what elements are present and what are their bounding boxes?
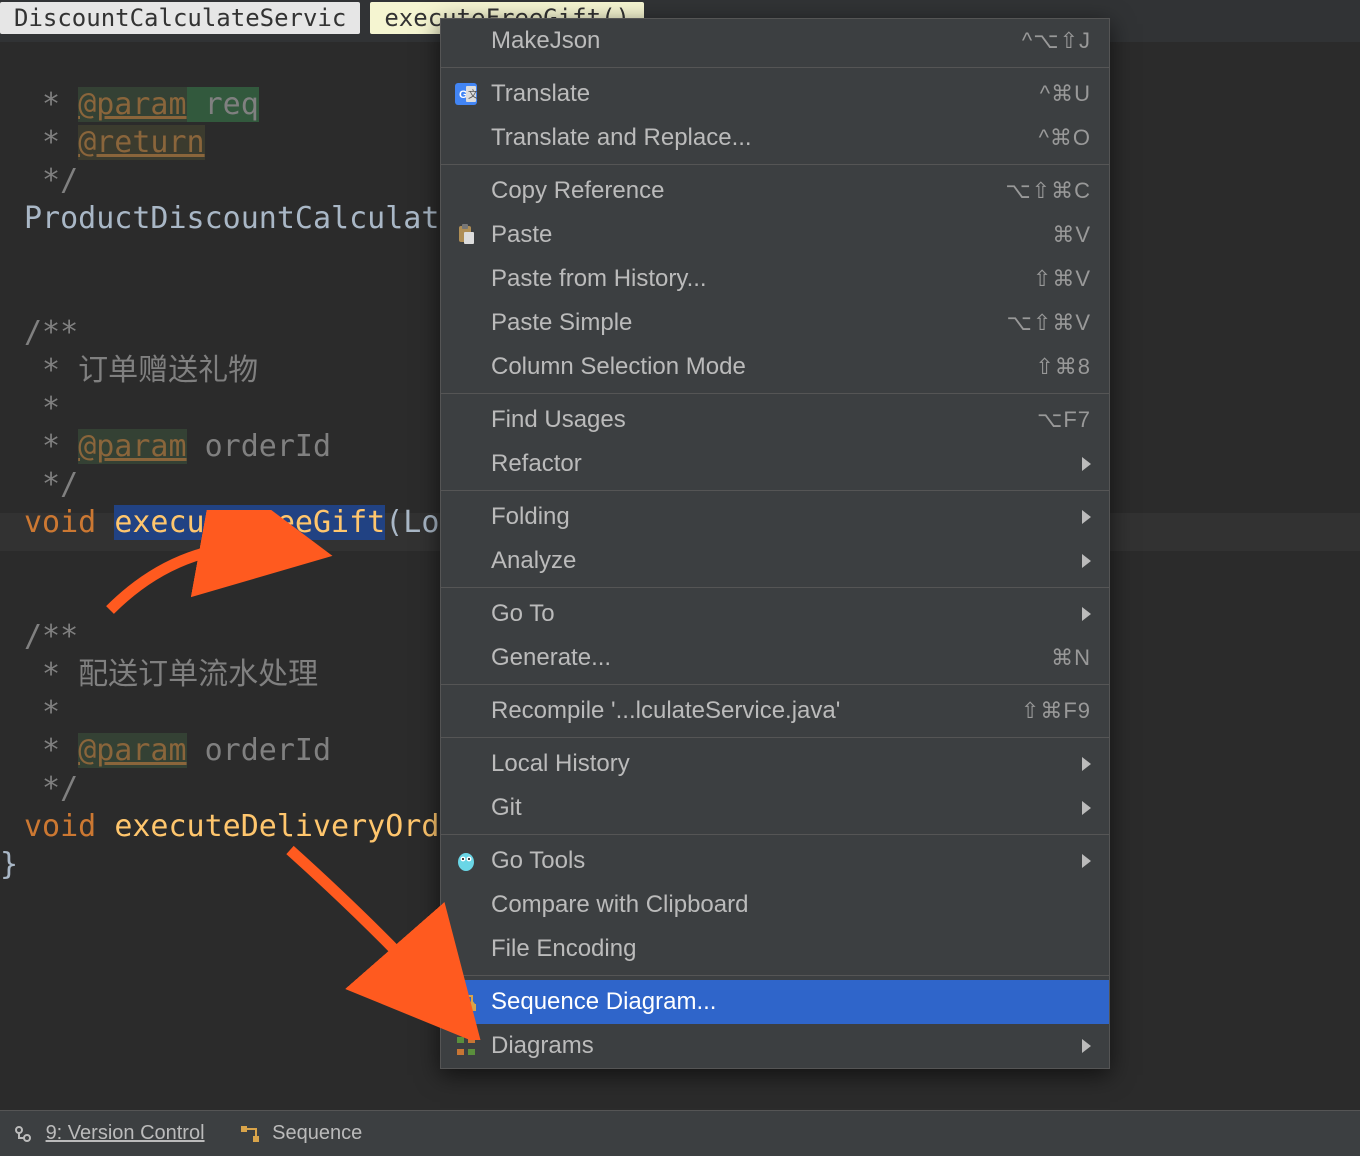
- submenu-arrow-icon: [1082, 554, 1091, 568]
- menu-find-usages[interactable]: Find Usages ⌥F7: [441, 398, 1109, 442]
- shortcut: ⌥F7: [1037, 407, 1091, 433]
- sequence-icon: [241, 1125, 259, 1143]
- breadcrumb-class[interactable]: DiscountCalculateServic: [0, 2, 360, 34]
- menu-separator: [441, 393, 1109, 394]
- status-sequence[interactable]: Sequence: [241, 1122, 363, 1145]
- submenu-arrow-icon: [1082, 457, 1091, 471]
- menu-git[interactable]: Git: [441, 786, 1109, 830]
- menu-refactor[interactable]: Refactor: [441, 442, 1109, 486]
- diagrams-icon: [453, 1033, 479, 1059]
- code-line: * @param orderId: [24, 429, 331, 464]
- code-line: /**: [24, 315, 78, 350]
- menu-file-encoding[interactable]: File Encoding: [441, 927, 1109, 971]
- menu-column-selection[interactable]: Column Selection Mode ⇧⌘8: [441, 345, 1109, 389]
- menu-local-history[interactable]: Local History: [441, 742, 1109, 786]
- shortcut: ⌘N: [1051, 645, 1091, 671]
- menu-paste-history[interactable]: Paste from History... ⇧⌘V: [441, 257, 1109, 301]
- submenu-arrow-icon: [1082, 854, 1091, 868]
- code-line: * @return: [24, 125, 205, 160]
- shortcut: ⌥⇧⌘V: [1007, 310, 1091, 336]
- menu-folding[interactable]: Folding: [441, 495, 1109, 539]
- code-line: * @param req: [24, 87, 259, 122]
- code-line: * 配送订单流水处理: [24, 657, 318, 692]
- menu-copy-reference[interactable]: Copy Reference ⌥⇧⌘C: [441, 169, 1109, 213]
- code-line: * @param orderId: [24, 733, 331, 768]
- shortcut: ⇧⌘8: [1035, 354, 1091, 380]
- menu-separator: [441, 164, 1109, 165]
- shortcut: ⇧⌘V: [1033, 266, 1091, 292]
- menu-separator: [441, 67, 1109, 68]
- menu-separator: [441, 490, 1109, 491]
- menu-goto[interactable]: Go To: [441, 592, 1109, 636]
- code-line: /**: [24, 619, 78, 654]
- shortcut: ^⌥⇧J: [1022, 28, 1091, 54]
- code-line: }: [0, 847, 18, 882]
- submenu-arrow-icon: [1082, 510, 1091, 524]
- menu-paste[interactable]: Paste ⌘V: [441, 213, 1109, 257]
- menu-separator: [441, 834, 1109, 835]
- menu-separator: [441, 684, 1109, 685]
- translate-icon: G文: [453, 81, 479, 107]
- code-line: */: [24, 163, 78, 198]
- submenu-arrow-icon: [1082, 1039, 1091, 1053]
- sequence-diagram-icon: [453, 989, 479, 1015]
- menu-separator: [441, 587, 1109, 588]
- submenu-arrow-icon: [1082, 801, 1091, 815]
- code-line: */: [24, 771, 78, 806]
- menu-compare-clipboard[interactable]: Compare with Clipboard: [441, 883, 1109, 927]
- code-line: * 订单赠送礼物: [24, 353, 258, 388]
- paste-icon: [453, 222, 479, 248]
- menu-recompile[interactable]: Recompile '...lculateService.java' ⇧⌘F9: [441, 689, 1109, 733]
- svg-text:文: 文: [468, 88, 477, 101]
- gopher-icon: [453, 848, 479, 874]
- vcs-icon: [14, 1125, 32, 1143]
- menu-paste-simple[interactable]: Paste Simple ⌥⇧⌘V: [441, 301, 1109, 345]
- menu-separator: [441, 737, 1109, 738]
- code-line: *: [24, 391, 60, 426]
- status-version-control[interactable]: 9: Version Control: [14, 1122, 205, 1145]
- menu-translate-replace[interactable]: Translate and Replace... ^⌘O: [441, 116, 1109, 160]
- menu-make-json[interactable]: MakeJson ^⌥⇧J: [441, 19, 1109, 63]
- code-line: *: [24, 695, 60, 730]
- submenu-arrow-icon: [1082, 757, 1091, 771]
- shortcut: ⇧⌘F9: [1021, 698, 1091, 724]
- code-line: */: [24, 467, 78, 502]
- shortcut: ^⌘U: [1040, 81, 1091, 107]
- context-menu: MakeJson ^⌥⇧J G文 Translate ^⌘U Translate…: [440, 18, 1110, 1069]
- menu-analyze[interactable]: Analyze: [441, 539, 1109, 583]
- shortcut: ^⌘O: [1039, 125, 1091, 151]
- menu-generate[interactable]: Generate... ⌘N: [441, 636, 1109, 680]
- shortcut: ⌘V: [1052, 222, 1091, 248]
- menu-go-tools[interactable]: Go Tools: [441, 839, 1109, 883]
- menu-sequence-diagram[interactable]: Sequence Diagram...: [441, 980, 1109, 1024]
- menu-translate[interactable]: G文 Translate ^⌘U: [441, 72, 1109, 116]
- menu-separator: [441, 975, 1109, 976]
- menu-diagrams[interactable]: Diagrams: [441, 1024, 1109, 1068]
- shortcut: ⌥⇧⌘C: [1005, 178, 1091, 204]
- status-bar: 9: Version Control Sequence: [0, 1110, 1360, 1156]
- submenu-arrow-icon: [1082, 607, 1091, 621]
